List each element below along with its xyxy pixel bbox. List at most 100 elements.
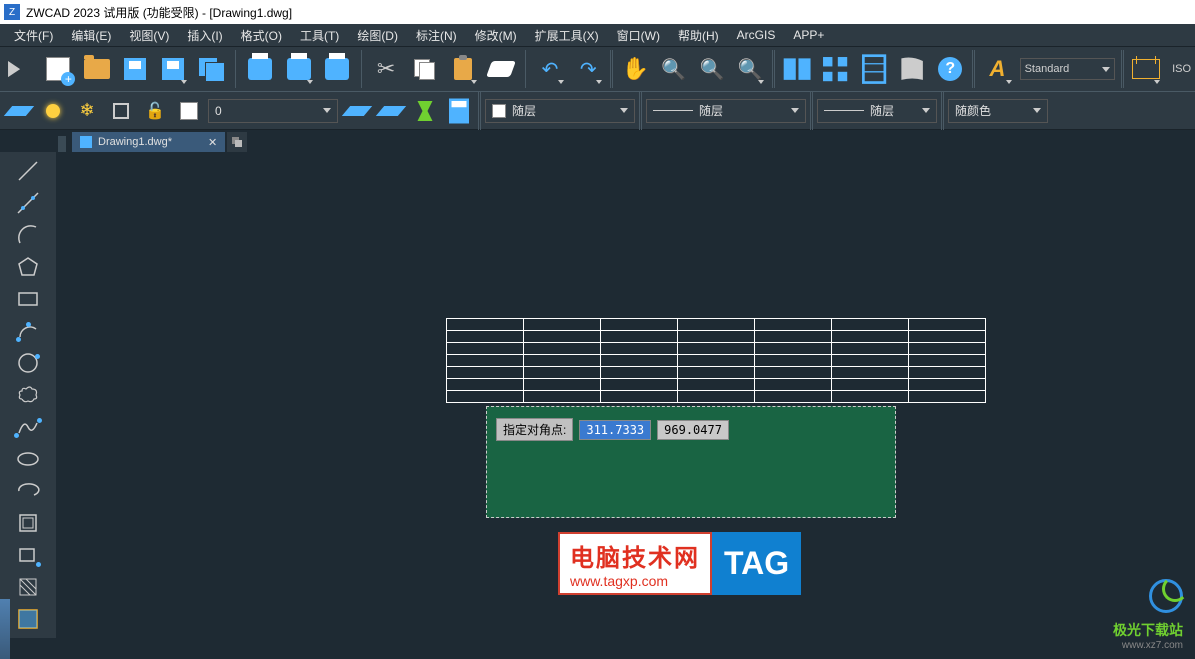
tool-polygon[interactable] [12, 252, 44, 282]
menu-window[interactable]: 窗口(W) [609, 25, 668, 46]
btn-copy[interactable] [408, 52, 440, 86]
menu-insert[interactable]: 插入(I) [179, 25, 230, 46]
plotstyle-select[interactable]: 随颜色 [948, 99, 1048, 123]
menu-file[interactable]: 文件(F) [6, 25, 61, 46]
btn-layer-state[interactable] [342, 96, 372, 126]
file-tab-drawing1[interactable]: Drawing1.dwg* ✕ [72, 132, 225, 152]
tool-arc3pt[interactable] [12, 316, 44, 346]
tool-xline[interactable] [12, 188, 44, 218]
menu-tools[interactable]: 工具(T) [292, 25, 347, 46]
save-icon [124, 58, 146, 80]
menu-modify[interactable]: 修改(M) [467, 25, 525, 46]
btn-matchprop[interactable] [485, 52, 517, 86]
text-style-select[interactable]: Standard [1020, 58, 1115, 80]
zoom-icon: 🔍 [661, 57, 686, 82]
tool-revcloud[interactable] [12, 380, 44, 410]
btn-undo[interactable]: ↶ [534, 52, 566, 86]
btn-saveas[interactable] [157, 52, 189, 86]
btn-layer-prev[interactable] [376, 96, 406, 126]
btn-help[interactable]: ? [934, 52, 966, 86]
help-icon: ? [938, 57, 962, 81]
layer-select[interactable]: 0 [208, 99, 338, 123]
eraser-icon [486, 61, 516, 77]
menu-dimension[interactable]: 标注(N) [408, 25, 465, 46]
color-swatch-icon [180, 102, 198, 120]
tool-arc[interactable] [12, 220, 44, 250]
btn-publish[interactable] [321, 52, 353, 86]
btn-cut[interactable]: ✂ [370, 52, 402, 86]
btn-props[interactable] [781, 52, 813, 86]
main-toolbar: ✂ ↶ ↷ ✋ 🔍 🔍 🔍 ? A Standard ISO [0, 46, 1195, 92]
tool-rectangle[interactable] [12, 284, 44, 314]
btn-saveall[interactable] [195, 52, 227, 86]
btn-text[interactable]: A [981, 52, 1013, 86]
btn-new[interactable] [42, 52, 74, 86]
color-bylayer-select[interactable]: 随层 [485, 99, 635, 123]
menu-format[interactable]: 格式(O) [233, 25, 290, 46]
btn-zoom-realtime[interactable]: 🔍 [658, 52, 690, 86]
btn-flyout[interactable] [4, 52, 36, 86]
tool-point[interactable] [12, 540, 44, 570]
pan-icon: ✋ [622, 56, 649, 82]
menu-draw[interactable]: 绘图(D) [349, 25, 406, 46]
folder-icon [84, 59, 110, 79]
tool-line[interactable] [12, 156, 44, 186]
dropdown-icon [1033, 108, 1041, 113]
tool-ellipse[interactable] [12, 444, 44, 474]
dropdown-icon [791, 108, 799, 113]
undo-icon: ↶ [542, 57, 559, 82]
drawing-canvas[interactable]: 指定对角点: 311.7333 969.0477 电脑技术网 www.tagxp… [56, 152, 1195, 659]
layerprev-icon [380, 102, 402, 120]
btn-sheetset[interactable] [896, 52, 928, 86]
btn-designcenter[interactable] [819, 52, 851, 86]
btn-layer-calc[interactable] [444, 96, 474, 126]
tab-close-icon[interactable]: ✕ [208, 136, 217, 149]
btn-layer-iso[interactable] [410, 96, 440, 126]
dynamic-input-y[interactable]: 969.0477 [657, 420, 729, 440]
tool-spline[interactable] [12, 412, 44, 442]
titlebar: Z ZWCAD 2023 试用版 (功能受限) - [Drawing1.dwg] [0, 0, 1195, 24]
tabbar-handle[interactable] [58, 136, 66, 152]
file-tab-label: Drawing1.dwg* [98, 136, 172, 148]
linetype-select[interactable]: 随层 [646, 99, 806, 123]
btn-layer-lock[interactable]: 🔓 [140, 96, 170, 126]
menu-arcgis[interactable]: ArcGIS [729, 26, 784, 44]
btn-print-preview[interactable] [283, 52, 315, 86]
btn-redo[interactable]: ↷ [572, 52, 604, 86]
text-icon: A [990, 56, 1006, 82]
btn-layer-props[interactable] [4, 96, 34, 126]
tool-gradient[interactable] [12, 604, 44, 634]
menu-edit[interactable]: 编辑(E) [63, 25, 119, 46]
tool-block[interactable] [12, 508, 44, 538]
iso-label: ISO [1172, 63, 1191, 75]
btn-zoom-prev[interactable]: 🔍 [734, 52, 766, 86]
dynamic-input-x[interactable]: 311.7333 [579, 420, 651, 440]
btn-layer-on[interactable] [38, 96, 68, 126]
tool-ellipse-arc[interactable] [12, 476, 44, 506]
color-bylayer-label: 随层 [512, 102, 536, 119]
menu-help[interactable]: 帮助(H) [670, 25, 727, 46]
btn-save[interactable] [119, 52, 151, 86]
document-icon [80, 136, 92, 148]
btn-layer-freeze[interactable]: ❄ [72, 96, 102, 126]
lineweight-select[interactable]: 随层 [817, 99, 937, 123]
menu-appplus[interactable]: APP+ [785, 26, 832, 44]
layer-current: 0 [215, 104, 222, 118]
btn-open[interactable] [80, 52, 112, 86]
btn-print[interactable] [244, 52, 276, 86]
menu-view[interactable]: 视图(V) [121, 25, 177, 46]
btn-toolpalettes[interactable] [858, 52, 890, 86]
publish-icon [325, 58, 349, 80]
btn-layer-vp[interactable] [106, 96, 136, 126]
btn-zoom-window[interactable]: 🔍 [696, 52, 728, 86]
btn-paste[interactable] [446, 52, 478, 86]
zoom-window-icon: 🔍 [699, 57, 724, 82]
btn-layer-color[interactable] [174, 96, 204, 126]
tool-hatch[interactable] [12, 572, 44, 602]
new-tab-button[interactable] [227, 132, 247, 152]
btn-dimension[interactable] [1130, 52, 1162, 86]
redo-icon: ↷ [580, 57, 597, 82]
menu-express[interactable]: 扩展工具(X) [527, 25, 607, 46]
btn-pan[interactable]: ✋ [619, 52, 651, 86]
tool-circle[interactable] [12, 348, 44, 378]
